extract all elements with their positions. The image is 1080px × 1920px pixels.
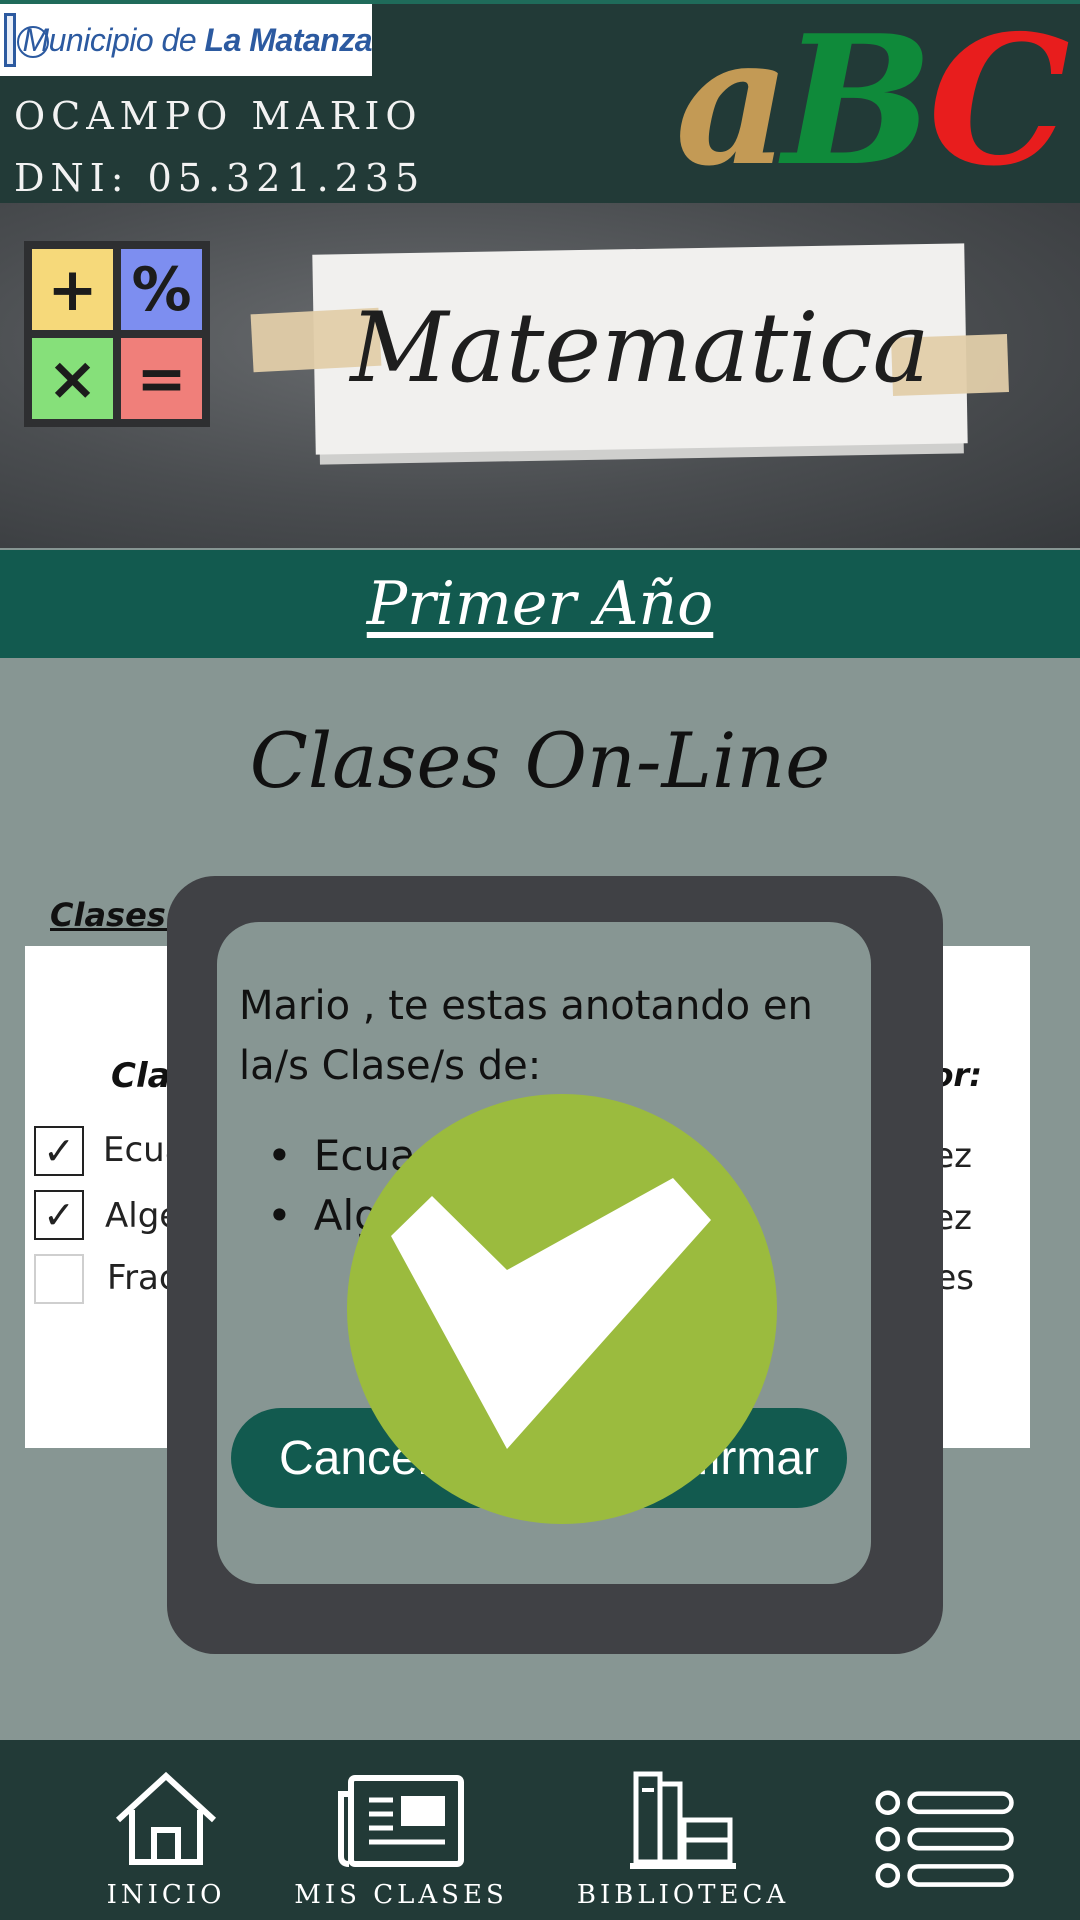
menu-list-icon <box>875 1790 1014 1888</box>
user-name: OCAMPO MARIO <box>14 94 423 138</box>
dialog-message: Mario , te estas anotando en la/s Clase/… <box>239 983 813 1089</box>
times-key: × <box>32 338 113 419</box>
abc-letter-b: B <box>782 0 937 205</box>
nav-mis-clases[interactable]: MIS CLASES <box>294 1740 504 1920</box>
nav-label-mis-clases: MIS CLASES <box>294 1880 508 1910</box>
class-checkbox-1[interactable]: ✓ <box>34 1126 84 1176</box>
nav-biblioteca[interactable]: BIBLIOTECA <box>576 1740 790 1920</box>
logo-text-strong: La Matanza <box>204 21 373 58</box>
abc-letter-c: C <box>928 0 1070 205</box>
calculator-icon: + % × = <box>24 241 210 427</box>
year-title[interactable]: Primer Año <box>367 569 714 639</box>
logo-text: Municipio de La Matanza <box>22 22 372 59</box>
check-circle-icon <box>347 1094 777 1524</box>
subject-banner: + % × = Matematica <box>0 203 1080 548</box>
bottom-navigation: INICIO MIS CLASES BIBLIOTECA <box>0 1740 1080 1920</box>
percent-key: % <box>121 249 202 330</box>
equals-key: = <box>121 338 202 419</box>
abc-letter-a: a <box>675 0 790 205</box>
newspaper-icon <box>338 1775 464 1867</box>
nav-menu[interactable] <box>866 1740 1026 1920</box>
class-checkbox-2[interactable]: ✓ <box>34 1190 84 1240</box>
nav-inicio[interactable]: INICIO <box>96 1740 236 1920</box>
logo-text-prefix: Municipio de <box>22 21 205 58</box>
home-icon <box>115 1771 217 1865</box>
municipio-emblem-icon <box>4 13 51 67</box>
municipio-logo: Municipio de La Matanza <box>0 4 373 76</box>
nav-label-biblioteca: BIBLIOTECA <box>576 1880 790 1910</box>
year-bar: Primer Año <box>0 550 1080 658</box>
online-classes-title: Clases On-Line <box>249 716 831 805</box>
abc-logo: aBC <box>675 6 1070 196</box>
subject-title: Matematica <box>350 292 930 404</box>
class-checkbox-3[interactable] <box>34 1254 84 1304</box>
books-icon <box>630 1771 736 1869</box>
app-header: Municipio de La Matanza OCAMPO MARIO DNI… <box>0 0 1080 203</box>
user-dni: DNI: 05.321.235 <box>14 156 426 200</box>
nav-label-inicio: INICIO <box>106 1880 226 1910</box>
plus-key: + <box>32 249 113 330</box>
